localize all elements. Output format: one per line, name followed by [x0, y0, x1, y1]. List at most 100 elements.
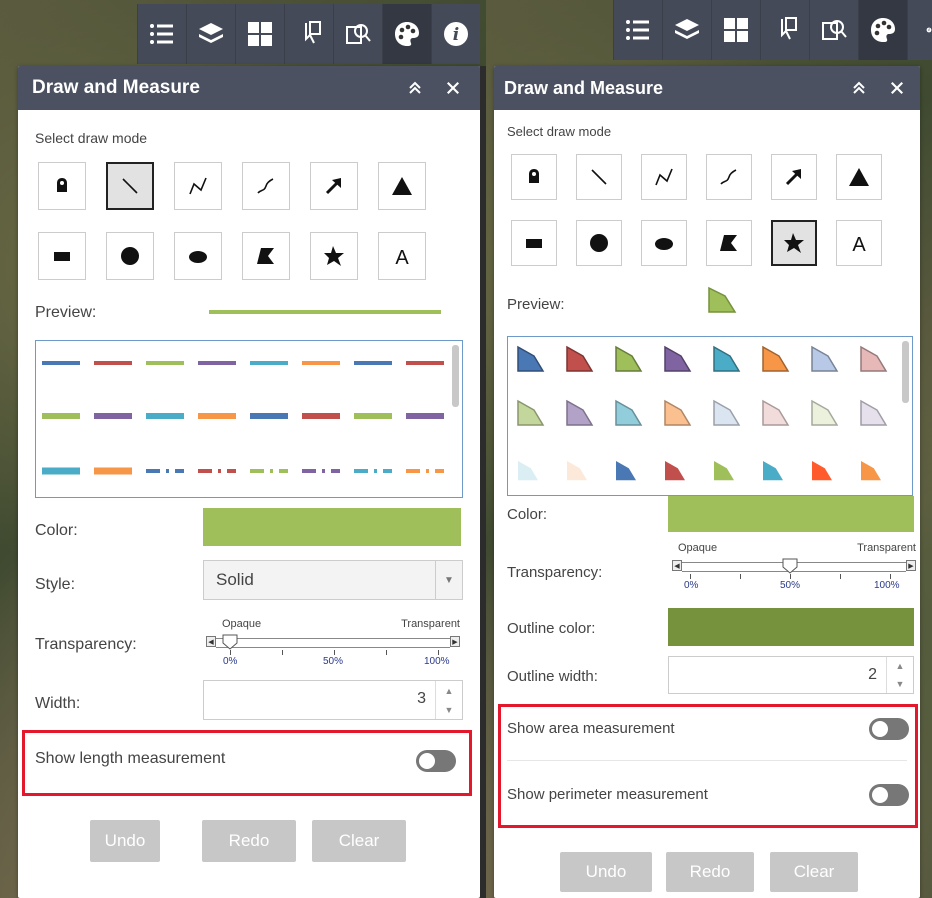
circle-icon — [121, 247, 139, 265]
palette-icon[interactable] — [382, 4, 431, 64]
pointer-icon[interactable] — [284, 4, 333, 64]
list-icon[interactable] — [137, 4, 186, 64]
select-mode-label: Select draw mode — [35, 130, 148, 146]
redo-button[interactable]: Redo — [666, 852, 754, 892]
mode-point-button[interactable] — [38, 162, 86, 210]
info-icon[interactable]: i — [431, 4, 480, 64]
svg-text:A: A — [852, 234, 866, 256]
slider-thumb[interactable] — [222, 634, 238, 650]
mode-point-button[interactable] — [511, 154, 557, 200]
clear-button[interactable]: Clear — [770, 852, 858, 892]
show-length-toggle[interactable] — [416, 750, 456, 772]
show-area-toggle[interactable] — [869, 718, 909, 740]
outline-color-swatch[interactable] — [668, 608, 914, 646]
outline-width-label: Outline width: — [507, 668, 598, 685]
redo-button[interactable]: Redo — [202, 820, 296, 862]
fill-symbol-option — [566, 345, 594, 372]
outline-width-stepper[interactable]: 2 ▲ ▼ — [668, 656, 914, 694]
line-symbol-gallery[interactable] — [35, 340, 463, 498]
mode-rectangle-button[interactable] — [511, 220, 557, 266]
show-length-label: Show length measurement — [35, 750, 226, 767]
panel-title: Draw and Measure — [32, 77, 200, 98]
collapse-icon[interactable] — [846, 75, 872, 101]
polyline-icon — [189, 177, 207, 195]
mode-polygon-button[interactable] — [706, 220, 752, 266]
mode-arrow-button[interactable] — [771, 154, 817, 200]
info-icon[interactable]: i — [907, 0, 932, 60]
mode-ellipse-button[interactable] — [174, 232, 222, 280]
palette-icon[interactable] — [858, 0, 907, 60]
layers-icon[interactable] — [186, 4, 235, 64]
fill-symbol-option — [762, 399, 790, 426]
gallery-scrollbar[interactable] — [902, 341, 909, 403]
mode-freehand-polygon-button[interactable] — [771, 220, 817, 266]
right-screenshot: i Draw and Measure Select draw mode A Pr… — [486, 0, 932, 898]
mode-line-button[interactable] — [106, 162, 154, 210]
fill-symbol-gallery[interactable] — [507, 336, 913, 496]
mode-polyline-button[interactable] — [641, 154, 687, 200]
decrease-icon[interactable]: ◀ — [672, 560, 682, 571]
arrow-icon — [325, 178, 341, 195]
pct-0: 0% — [684, 580, 699, 591]
step-up-icon[interactable]: ▲ — [436, 681, 462, 700]
opaque-caption: Opaque — [678, 542, 718, 554]
search-map-icon[interactable] — [809, 0, 858, 60]
list-icon[interactable] — [613, 0, 662, 60]
style-select[interactable]: Solid ▼ — [203, 560, 463, 600]
mode-freehand-line-button[interactable] — [242, 162, 290, 210]
undo-button[interactable]: Undo — [560, 852, 652, 892]
collapse-icon[interactable] — [402, 75, 428, 101]
grid-icon[interactable] — [711, 0, 760, 60]
mode-freehand-line-button[interactable] — [706, 154, 752, 200]
increase-icon[interactable]: ▶ — [906, 560, 916, 571]
line-icon — [591, 169, 607, 185]
color-swatch[interactable] — [668, 496, 914, 532]
step-up-icon[interactable]: ▲ — [887, 657, 913, 675]
color-swatch[interactable] — [203, 508, 461, 546]
fill-symbol-option — [861, 461, 881, 481]
mode-line-button[interactable] — [576, 154, 622, 200]
show-perimeter-label: Show perimeter measurement — [507, 786, 708, 803]
outline-width-value: 2 — [868, 666, 877, 683]
mode-circle-button[interactable] — [576, 220, 622, 266]
mode-text-button[interactable]: A — [378, 232, 426, 280]
slider-thumb[interactable] — [782, 558, 798, 574]
preview-label: Preview: — [507, 296, 565, 313]
undo-button[interactable]: Undo — [90, 820, 160, 862]
point-icon — [57, 178, 67, 192]
close-icon[interactable] — [884, 75, 910, 101]
mode-text-button[interactable]: A — [836, 220, 882, 266]
step-down-icon[interactable]: ▼ — [887, 675, 913, 693]
mode-freehand-polygon-button[interactable] — [310, 232, 358, 280]
mode-circle-button[interactable] — [106, 232, 154, 280]
select-mode-label: Select draw mode — [507, 124, 612, 139]
pointer-icon[interactable] — [760, 0, 809, 60]
mode-polygon-button[interactable] — [242, 232, 290, 280]
step-down-icon[interactable]: ▼ — [436, 700, 462, 719]
close-icon[interactable] — [440, 75, 466, 101]
decrease-icon[interactable]: ◀ — [206, 636, 216, 647]
layers-icon[interactable] — [662, 0, 711, 60]
clear-button[interactable]: Clear — [312, 820, 406, 862]
mode-triangle-button[interactable] — [378, 162, 426, 210]
transparency-slider[interactable]: Opaque Transparent ◀ ▶ 0% 50% 100% — [672, 542, 916, 598]
mode-rectangle-button[interactable] — [38, 232, 86, 280]
panel-title: Draw and Measure — [504, 77, 664, 98]
search-map-icon[interactable] — [333, 4, 382, 64]
gallery-scrollbar[interactable] — [452, 345, 459, 407]
fill-symbol-option — [714, 461, 734, 481]
mode-polyline-button[interactable] — [174, 162, 222, 210]
widget-toolbar: i — [137, 4, 480, 64]
panel-titlebar: Draw and Measure — [18, 66, 480, 110]
mode-ellipse-button[interactable] — [641, 220, 687, 266]
width-stepper[interactable]: 3 ▲ ▼ — [203, 680, 463, 720]
width-label: Width: — [35, 695, 81, 712]
line-symbols — [42, 361, 444, 475]
mode-arrow-button[interactable] — [310, 162, 358, 210]
mode-triangle-button[interactable] — [836, 154, 882, 200]
show-perimeter-toggle[interactable] — [869, 784, 909, 806]
transparency-slider[interactable]: Opaque Transparent ◀ ▶ 0% 50% 100% — [206, 618, 460, 674]
increase-icon[interactable]: ▶ — [450, 636, 460, 647]
grid-icon[interactable] — [235, 4, 284, 64]
chevron-down-icon[interactable]: ▼ — [435, 561, 462, 599]
